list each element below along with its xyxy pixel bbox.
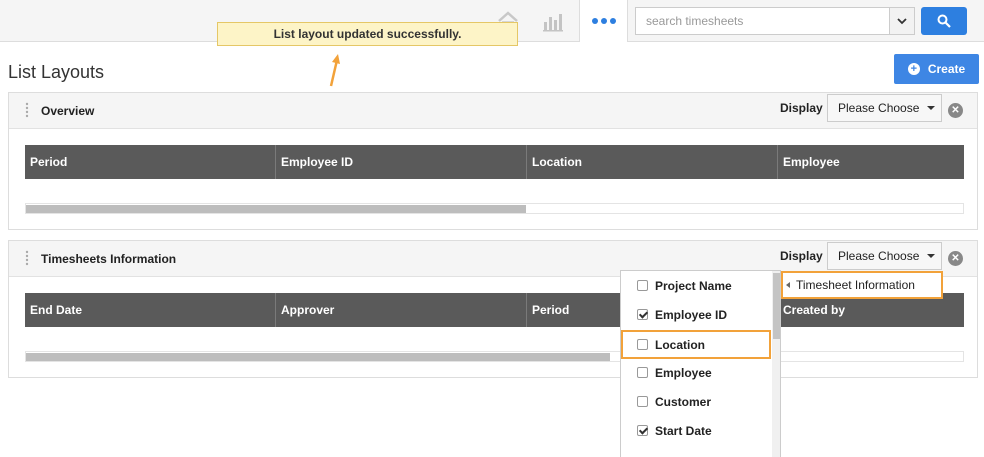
- menu-item-project-name[interactable]: Project Name: [621, 271, 771, 300]
- menu-item-label: Employee: [655, 365, 712, 380]
- display-label: Display: [780, 101, 823, 115]
- menu-item-employee[interactable]: Employee: [621, 358, 771, 387]
- panel-title: Timesheets Information: [41, 252, 177, 266]
- column-header: Employee: [783, 155, 840, 169]
- checkbox[interactable]: [637, 339, 648, 350]
- menu-item-label: Start Date: [655, 423, 712, 438]
- caret-down-icon: [927, 254, 935, 258]
- drag-handle-icon[interactable]: [25, 250, 29, 266]
- create-button[interactable]: + Create: [894, 54, 979, 84]
- menu-item-label: Project Name: [655, 278, 732, 293]
- caret-down-icon: [927, 106, 935, 110]
- search-dropdown-button[interactable]: [889, 8, 914, 34]
- display-label: Display: [780, 249, 823, 263]
- menu-item-label: Customer: [655, 394, 712, 409]
- column-header: Approver: [276, 293, 527, 327]
- checkbox[interactable]: [637, 280, 648, 291]
- column-header: Employee ID: [276, 145, 527, 179]
- pointer-arrow-icon: [329, 54, 340, 87]
- horizontal-scrollbar[interactable]: [25, 203, 964, 214]
- page-title: List Layouts: [8, 62, 105, 82]
- panel-title: Overview: [41, 104, 95, 118]
- submenu-timesheet-information[interactable]: Timesheet Information: [781, 271, 943, 299]
- menu-item-start-date[interactable]: Start Date: [621, 416, 771, 445]
- scrollbar-thumb[interactable]: [26, 353, 610, 361]
- display-select-value: Please Choose: [838, 101, 920, 115]
- create-button-label: Create: [927, 62, 966, 76]
- checkbox[interactable]: [637, 367, 648, 378]
- checkbox[interactable]: [637, 309, 648, 320]
- plus-circle-icon: +: [907, 63, 920, 75]
- menu-scrollbar[interactable]: [772, 271, 780, 457]
- column-header: Location: [527, 145, 778, 179]
- display-select[interactable]: Please Choose: [827, 242, 942, 270]
- chevron-down-icon: [897, 18, 907, 25]
- bar-chart-icon[interactable]: [541, 10, 563, 32]
- layout-panel-overview: Overview Display Please Choose ✕ Period …: [8, 92, 978, 230]
- display-select[interactable]: Please Choose: [827, 94, 942, 122]
- close-icon[interactable]: ✕: [948, 103, 963, 118]
- column-header: End Date: [25, 293, 276, 327]
- menu-item-label: Employee ID: [655, 307, 728, 322]
- search-box: [635, 7, 915, 35]
- menu-item-label: Location: [655, 337, 705, 352]
- display-select-value: Please Choose: [838, 249, 920, 263]
- scrollbar-thumb[interactable]: [26, 205, 526, 213]
- column-picker-menu: Project Name Employee ID Location Employ…: [620, 270, 781, 457]
- checkbox[interactable]: [637, 396, 648, 407]
- drag-handle-icon[interactable]: [25, 102, 29, 118]
- menu-scrollbar-thumb[interactable]: [773, 273, 780, 339]
- close-icon[interactable]: ✕: [948, 251, 963, 266]
- table-header: Period Employee ID Location Employee: [25, 145, 964, 179]
- success-toast: List layout updated successfully.: [217, 22, 518, 46]
- checkbox[interactable]: [637, 425, 648, 436]
- menu-item-customer[interactable]: Customer: [621, 387, 771, 416]
- column-header: Period: [25, 145, 276, 179]
- menu-item-location[interactable]: Location: [621, 330, 771, 359]
- horizontal-scrollbar[interactable]: [25, 351, 964, 362]
- caret-left-icon: [786, 282, 790, 288]
- submenu-label: Timesheet Information: [796, 278, 915, 292]
- menu-item-employee-id[interactable]: Employee ID: [621, 300, 771, 329]
- layout-panel-timesheets: Timesheets Information Display Please Ch…: [8, 240, 978, 378]
- search-input[interactable]: [636, 8, 890, 34]
- search-icon: [937, 14, 951, 28]
- more-dots-icon[interactable]: [579, 0, 628, 42]
- search-button[interactable]: [921, 7, 967, 35]
